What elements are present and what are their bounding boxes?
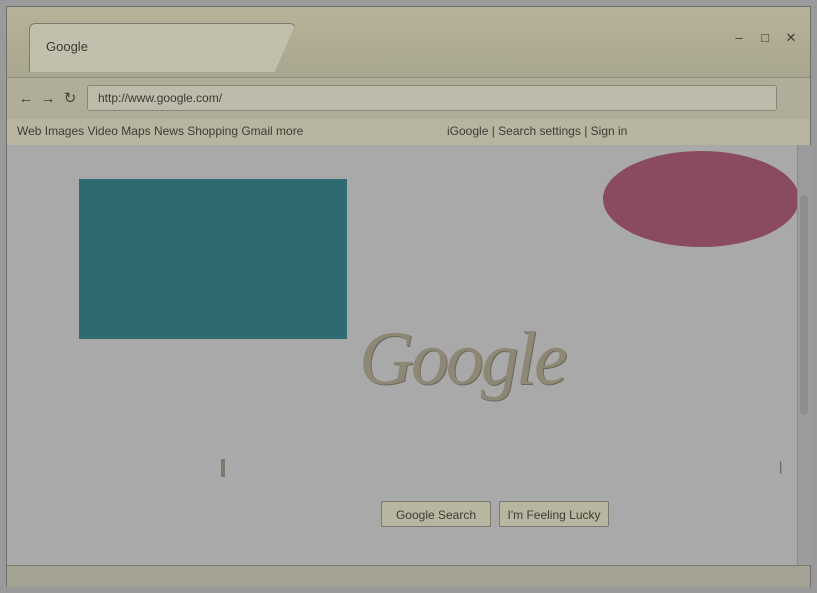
search-input[interactable] [213, 457, 797, 481]
forward-arrow-icon[interactable]: → [39, 90, 57, 108]
page-content: Google | Google Search I'm Feeling Lucky [7, 145, 799, 565]
vertical-scrollbar[interactable] [797, 145, 811, 565]
google-top-links-bar: Web Images Video Maps News Shopping Gmai… [7, 119, 810, 146]
navigation-toolbar: ← → ↻ http://www.google.com/ [7, 77, 810, 120]
reload-icon[interactable]: ↻ [61, 90, 79, 108]
address-bar[interactable]: http://www.google.com/ [87, 85, 777, 111]
tab-title: Google [46, 39, 88, 54]
back-arrow-icon[interactable]: ← [17, 90, 35, 108]
blue-rectangle-overlay [79, 179, 347, 339]
top-nav-links[interactable]: Web Images Video Maps News Shopping Gmai… [17, 124, 303, 138]
address-text: http://www.google.com/ [98, 91, 223, 105]
scrollbar-thumb[interactable] [800, 195, 808, 415]
magenta-ellipse-overlay [603, 151, 799, 247]
text-cursor [221, 459, 225, 477]
input-end-icon: | [779, 459, 783, 474]
close-button[interactable]: ✕ [779, 29, 803, 47]
google-logo: Google [359, 317, 568, 401]
title-bar: Google – □ ✕ [7, 7, 810, 77]
google-search-button[interactable]: Google Search [381, 501, 491, 527]
account-links[interactable]: iGoogle | Search settings | Sign in [447, 124, 627, 138]
status-bar [7, 565, 810, 587]
browser-window: Google – □ ✕ ← → ↻ http://www.google.com… [6, 6, 811, 587]
browser-tab[interactable]: Google [29, 23, 296, 72]
feeling-lucky-button[interactable]: I'm Feeling Lucky [499, 501, 609, 527]
maximize-button[interactable]: □ [753, 29, 777, 47]
minimize-button[interactable]: – [727, 29, 751, 47]
